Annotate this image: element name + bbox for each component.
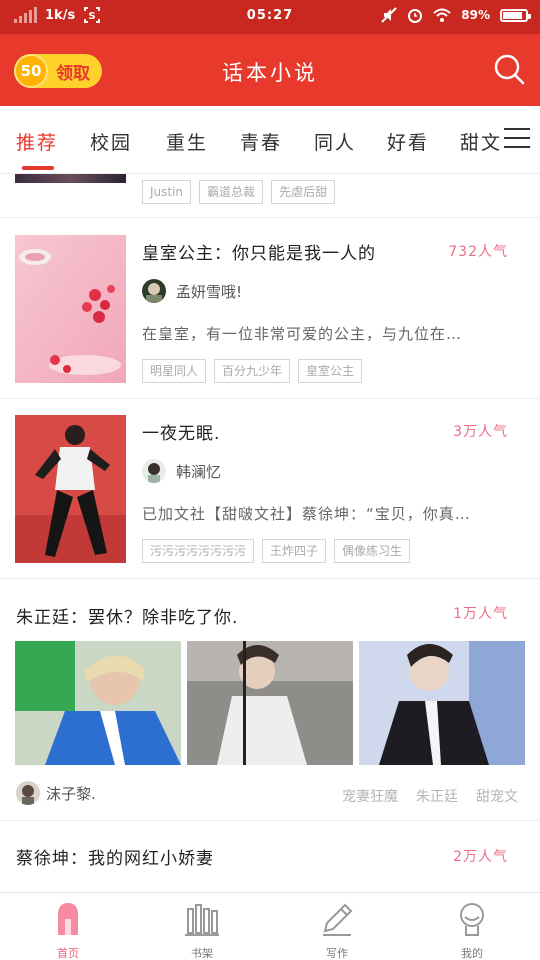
book-tag[interactable]: 皇室公主 [298,359,363,383]
book-cover [15,174,126,183]
book-tag[interactable]: 王炸四子 [262,539,327,563]
bottom-nav: 首页 书架 写作 我的 [0,892,540,960]
battery-percent: 89% [461,8,490,22]
profile-icon [460,903,484,936]
alarm-icon [408,9,423,23]
popularity-count: 3万人气 [453,424,508,440]
book-title[interactable]: 皇室公主：你只能是我一人的 [142,239,376,264]
author-avatar[interactable] [142,459,166,483]
popularity-count: 732人气 [448,244,508,260]
book-description: 在皇室，有一位非常可爱的公主，与九位在… [142,325,463,343]
app-title: 话本小说 [222,61,318,85]
book-tag[interactable]: 霸道总裁 [199,180,264,204]
category-tabs: 推荐 校园 重生 青春 同人 好看 甜文 [0,106,540,174]
nav-profile[interactable]: 我的 [437,901,507,960]
book-title[interactable]: 蔡徐坤：我的网红小娇妻 [16,844,214,869]
book-tag[interactable]: 偶像练习生 [334,539,411,563]
book-tag[interactable]: 污污污污污污污污 [142,539,255,563]
battery-icon [500,8,531,22]
book-title[interactable]: 一夜无眠. [142,419,220,444]
book-item[interactable]: 皇室公主：你只能是我一人的 732人气 孟妍雪哦! 在皇室，有一位非常可爱的公主… [0,219,540,399]
book-tag[interactable]: 朱正廷 [416,786,458,806]
list-item[interactable]: Justin 霸道总裁 先虐后甜 [0,174,540,218]
bookshelf-icon [185,904,219,936]
book-tag[interactable]: 明星同人 [142,359,207,383]
nav-label: 首页 [57,947,79,960]
wifi-icon [433,8,451,22]
popularity-count: 1万人气 [453,606,508,622]
status-bar: 1k/s S 05:27 89% [0,0,540,34]
book-description: 已加文社【甜啵文社】蔡徐坤：“宝贝，你真… [142,505,471,523]
menu-icon[interactable] [504,128,530,150]
tab-rebirth[interactable]: 重生 [166,128,208,155]
tab-youth[interactable]: 青春 [240,128,282,155]
search-icon[interactable] [492,52,526,86]
tab-recommend[interactable]: 推荐 [16,128,58,155]
active-tab-indicator [22,166,54,170]
book-tag[interactable]: Justin [142,180,192,204]
mute-icon [381,7,397,23]
nav-label: 写作 [326,947,348,960]
author-avatar[interactable] [16,781,40,805]
book-tag[interactable]: 甜宠文 [476,786,518,806]
author-name[interactable]: 韩澜忆 [176,461,221,482]
tab-campus[interactable]: 校园 [90,128,132,155]
featured-book[interactable]: 朱正廷：罢休？除非吃了你. 1万人气 沫子黎. 宠妻狂魔 朱正廷 甜宠文 [0,579,540,821]
app-header: 50 领取 话本小说 [0,34,540,106]
book-tag[interactable]: 宠妻狂魔 [342,786,398,806]
book-item[interactable]: 一夜无眠. 3万人气 韩澜忆 已加文社【甜啵文社】蔡徐坤：“宝贝，你真… 污污污… [0,399,540,579]
home-icon [58,903,78,935]
author-name[interactable]: 沫子黎. [46,783,96,804]
feature-image[interactable] [359,641,525,765]
author-avatar[interactable] [142,279,166,303]
tab-popular[interactable]: 好看 [387,128,429,155]
book-tag[interactable]: 先虐后甜 [271,180,336,204]
book-feed[interactable]: Justin 霸道总裁 先虐后甜 皇室公主：你只能是我一人的 732人气 孟妍雪… [0,174,540,892]
book-tag[interactable]: 百分九少年 [214,359,291,383]
tab-sweet[interactable]: 甜文 [460,128,502,155]
nav-label: 我的 [461,947,483,960]
feature-image[interactable] [15,641,181,765]
book-title[interactable]: 朱正廷：罢休？除非吃了你. [16,603,238,628]
nav-label: 书架 [191,947,213,960]
nav-bookshelf[interactable]: 书架 [167,901,237,960]
popularity-count: 2万人气 [453,849,508,865]
author-name[interactable]: 孟妍雪哦! [176,281,242,302]
book-cover [15,235,126,383]
featured-book[interactable]: 蔡徐坤：我的网红小娇妻 2万人气 [0,822,540,892]
book-cover [15,415,126,563]
pencil-icon [323,903,353,936]
nav-write[interactable]: 写作 [302,901,372,960]
nav-home[interactable]: 首页 [33,901,103,960]
tab-fanfiction[interactable]: 同人 [314,128,356,155]
feature-image[interactable] [187,641,353,765]
